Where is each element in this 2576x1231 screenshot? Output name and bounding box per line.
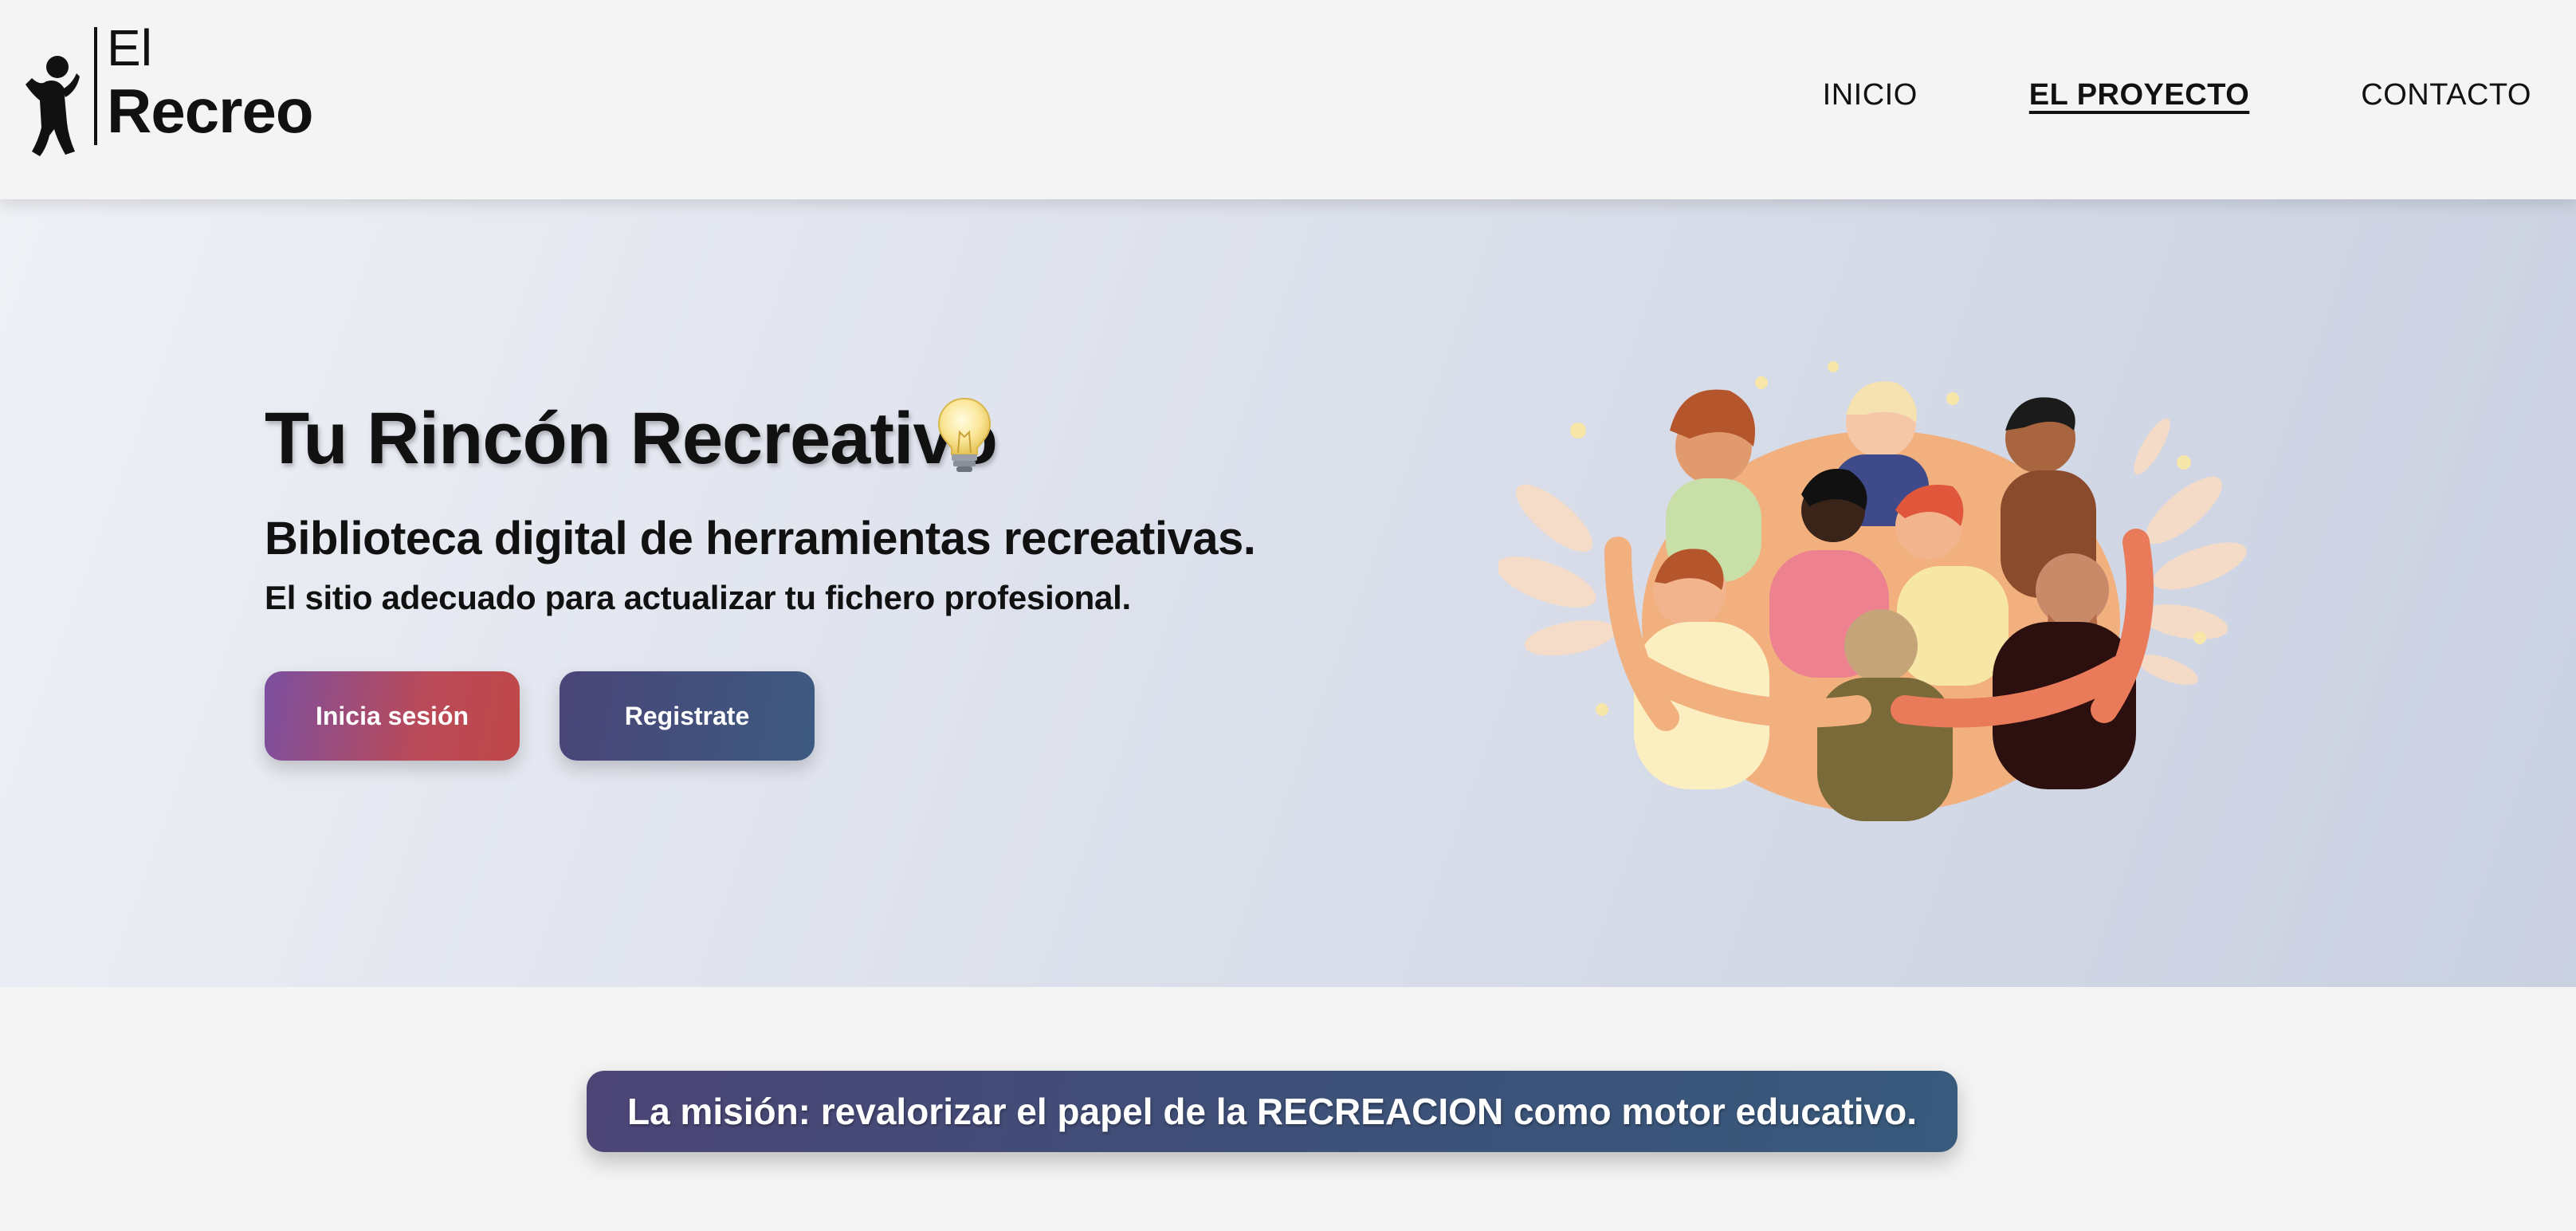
hero-tagline: El sitio adecuado para actualizar tu fic…	[265, 579, 1131, 616]
group-hug-illustration	[1498, 361, 2247, 821]
main-nav: INICIO EL PROYECTO CONTACTO	[1711, 78, 2531, 112]
logo-line-2: Recreo	[107, 76, 313, 146]
register-button[interactable]: Registrate	[560, 671, 815, 761]
nav-contacto[interactable]: CONTACTO	[2361, 78, 2531, 112]
mission-banner: La misión: revalorizar el papel de la RE…	[587, 1071, 1958, 1152]
site-logo[interactable]: El Recreo	[22, 22, 313, 156]
site-header: El Recreo INICIO EL PROYECTO CONTACTO	[0, 0, 2576, 199]
logo-divider	[94, 27, 97, 145]
jumping-person-icon	[26, 56, 80, 156]
lightbulb-icon	[937, 397, 992, 472]
logo-line-1: El	[107, 19, 152, 77]
logo-wordmark: El Recreo	[107, 19, 313, 146]
login-button[interactable]: Inicia sesión	[265, 671, 520, 761]
nav-inicio[interactable]: INICIO	[1823, 78, 1918, 112]
hero-subtitle: Biblioteca digital de herramientas recre…	[265, 513, 1256, 564]
hero-section: Tu Rincón Recreativo Biblioteca digital …	[0, 199, 2576, 987]
nav-el-proyecto[interactable]: EL PROYECTO	[2029, 78, 2250, 112]
hero-title: Tu Rincón Recreativo	[265, 398, 998, 479]
